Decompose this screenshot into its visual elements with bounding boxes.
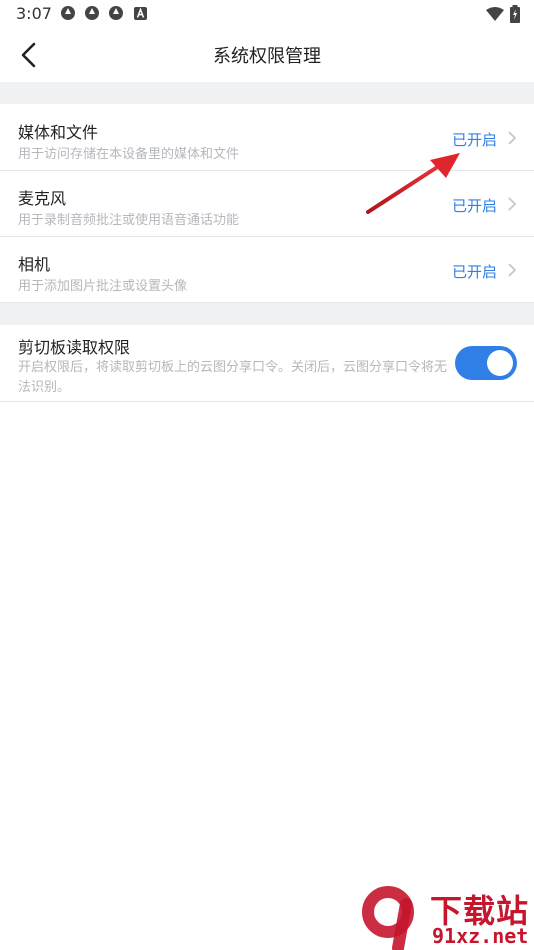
- chevron-right-icon: [508, 263, 517, 277]
- permission-row-camera[interactable]: 相机 用于添加图片批注或设置头像 已开启: [0, 237, 534, 303]
- clipboard-toggle[interactable]: [455, 346, 517, 380]
- status-bar: 3:07: [0, 0, 534, 28]
- wifi-icon: [486, 7, 504, 21]
- watermark: 下载站 91xz.net: [358, 884, 534, 950]
- watermark-site: 91xz.net: [432, 924, 529, 948]
- clipboard-label: 剪切板读取权限: [18, 338, 131, 357]
- section-divider: [0, 82, 534, 104]
- clipboard-permission-row: 剪切板读取权限 开启权限后，将读取剪切板上的云图分享口令。关闭后，云图分享口令将…: [0, 326, 534, 402]
- permission-label: 相机: [18, 255, 51, 274]
- permission-desc: 用于添加图片批注或设置头像: [18, 279, 188, 294]
- status-time: 3:07: [16, 4, 52, 23]
- toggle-knob: [487, 350, 513, 376]
- permission-label: 麦克风: [18, 189, 67, 208]
- permission-status[interactable]: 已开启: [452, 261, 497, 282]
- aperture-icon: [85, 6, 99, 20]
- chevron-right-icon: [508, 197, 517, 211]
- app-header: 系统权限管理: [0, 28, 534, 82]
- battery-charging-icon: [510, 5, 520, 23]
- watermark-logo-icon: [362, 886, 414, 950]
- aperture-icon: [109, 6, 123, 20]
- permission-label: 媒体和文件: [18, 123, 99, 142]
- permission-desc: 用于录制音频批注或使用语音通话功能: [18, 213, 240, 228]
- font-a-icon: [134, 7, 147, 20]
- permission-status[interactable]: 已开启: [452, 129, 497, 150]
- status-right: [486, 4, 520, 24]
- annotation-arrow-icon: [366, 153, 460, 214]
- aperture-icon: [61, 6, 75, 20]
- permission-desc: 用于访问存储在本设备里的媒体和文件: [18, 147, 240, 162]
- page-title: 系统权限管理: [213, 46, 321, 67]
- chevron-right-icon: [508, 131, 517, 145]
- section-divider: [0, 303, 534, 325]
- clipboard-desc: 开启权限后，将读取剪切板上的云图分享口令。关闭后，云图分享口令将无法识别。: [18, 360, 448, 395]
